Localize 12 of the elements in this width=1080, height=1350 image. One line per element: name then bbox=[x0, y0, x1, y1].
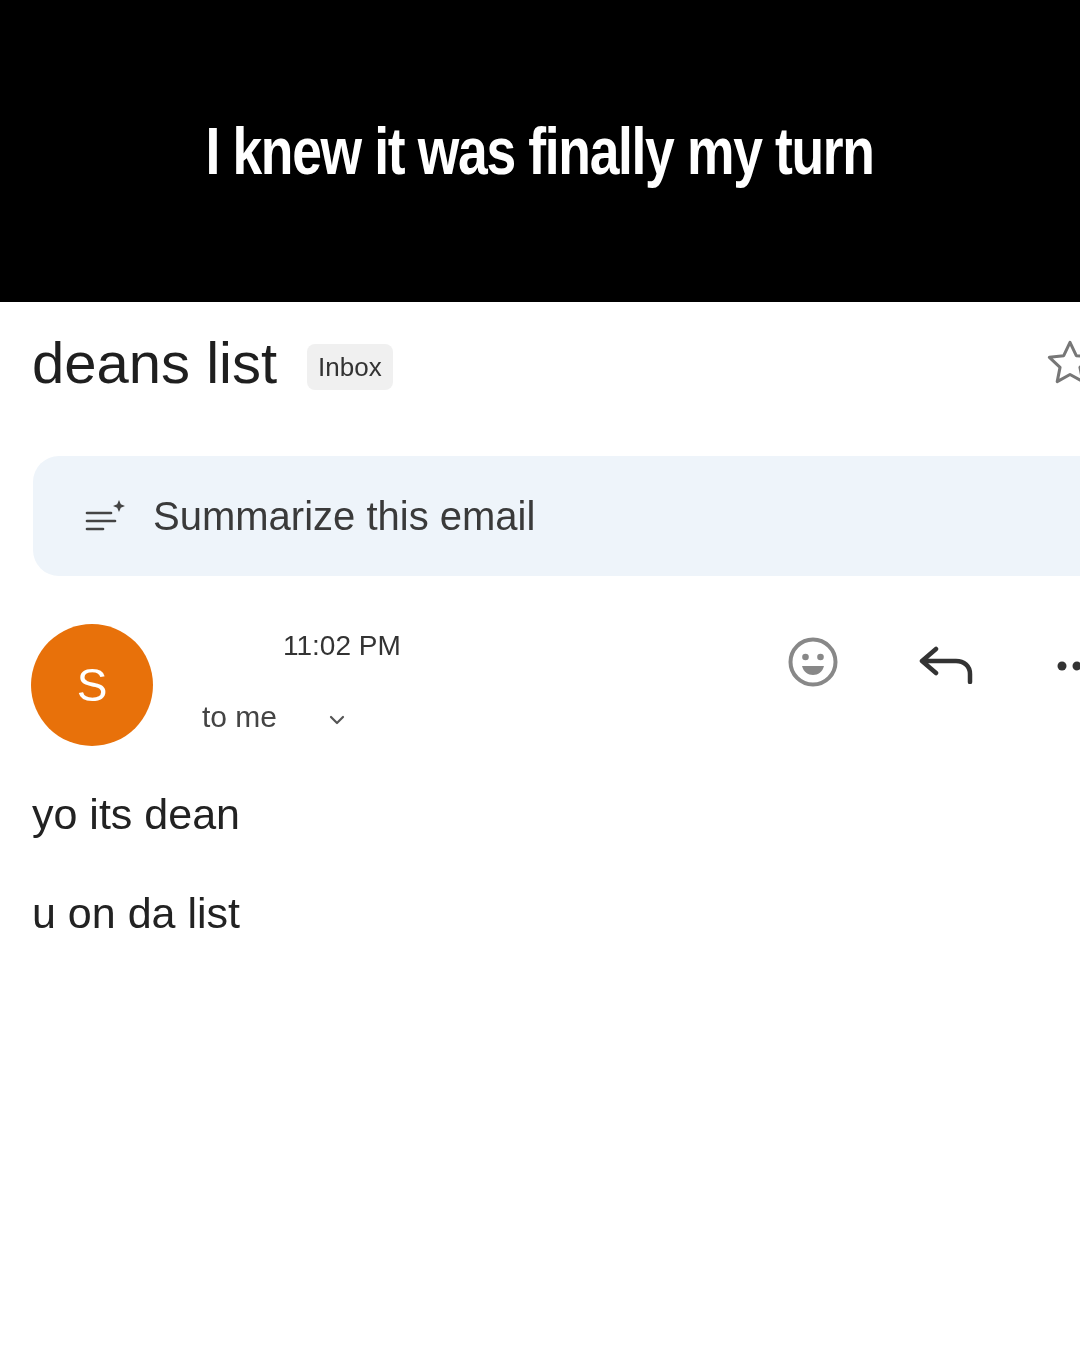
summarize-button[interactable]: Summarize this email bbox=[33, 456, 1080, 576]
inbox-label[interactable]: Inbox bbox=[307, 344, 393, 390]
email-time: 11:02 PM bbox=[283, 632, 401, 660]
chevron-down-icon[interactable] bbox=[329, 715, 346, 725]
email-subject: deans list bbox=[32, 334, 278, 392]
message-line: u on da list bbox=[32, 892, 240, 935]
emoji-icon[interactable] bbox=[788, 637, 838, 687]
summarize-sparkle-icon bbox=[85, 499, 127, 533]
avatar-initial: S bbox=[76, 662, 108, 708]
reply-icon[interactable] bbox=[918, 646, 974, 684]
recipient-text: to me bbox=[202, 702, 278, 732]
message-line: yo its dean bbox=[32, 793, 240, 836]
